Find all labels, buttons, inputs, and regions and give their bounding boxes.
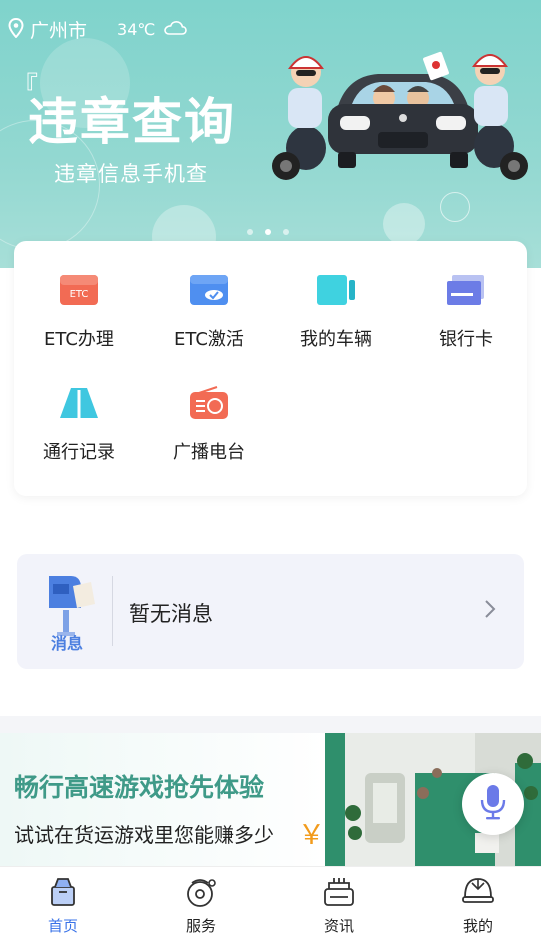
services-card: ETC ETC办理 ETC激活 我的车辆 银行卡 通行记录 广播电台 (14, 241, 527, 496)
svg-text:ETC: ETC (70, 289, 89, 300)
status-bar: 广州市 34℃ (8, 16, 188, 43)
tab-news[interactable]: 资讯 (289, 875, 389, 936)
service-label: 我的车辆 (300, 329, 372, 350)
promo-title: 畅行高速游戏抢先体验 (14, 773, 265, 802)
tab-label: 服务 (185, 917, 216, 935)
vehicle-icon (316, 273, 356, 307)
carousel-dot[interactable] (247, 229, 253, 235)
banner-carousel[interactable]: 广州市 34℃ 『 违章查询 违章信息手机查 (0, 0, 541, 268)
road-icon (59, 386, 99, 420)
carousel-indicator[interactable] (247, 229, 289, 235)
voice-assistant-button[interactable] (462, 773, 524, 835)
profile-icon (461, 875, 495, 909)
radio-icon (189, 386, 229, 420)
tab-profile[interactable]: 我的 (428, 875, 528, 936)
service-etc-apply[interactable]: ETC ETC办理 (14, 273, 144, 351)
service-label: ETC激活 (174, 329, 244, 350)
decor-bubble (440, 192, 470, 222)
police-car-illustration (272, 51, 528, 180)
service-icon (184, 875, 218, 909)
microphone-icon (479, 783, 507, 825)
etc-card-icon: ETC (59, 273, 99, 307)
service-label: 广播电台 (173, 442, 245, 463)
message-text: 暂无消息 (129, 602, 213, 626)
service-my-vehicle[interactable]: 我的车辆 (271, 273, 401, 351)
service-radio[interactable]: 广播电台 (144, 386, 274, 464)
location-pin-icon[interactable] (8, 17, 24, 42)
bottom-tab-bar: 首页 服务 资讯 我的 (0, 866, 541, 938)
message-panel[interactable]: 消息 暂无消息 (17, 554, 524, 669)
chevron-right-icon (484, 598, 496, 624)
mailbox-icon: 消息 (45, 570, 105, 653)
tab-label: 资讯 (323, 917, 354, 935)
section-separator (0, 716, 541, 733)
carousel-dot-active[interactable] (265, 229, 271, 235)
news-icon (322, 875, 356, 909)
bank-card-icon (446, 273, 486, 307)
tab-label: 我的 (462, 917, 493, 935)
game-promo-banner[interactable]: 畅行高速游戏抢先体验 试试在货运游戏里您能赚多少 ￥ (0, 733, 541, 868)
tab-label: 首页 (47, 917, 78, 935)
promo-subtitle: 试试在货运游戏里您能赚多少 (14, 823, 274, 847)
service-label: ETC办理 (44, 329, 114, 350)
decor-bubble (383, 203, 425, 245)
home-icon (46, 875, 80, 909)
cloud-icon (163, 20, 188, 40)
tab-home[interactable]: 首页 (13, 875, 113, 936)
service-label: 通行记录 (43, 442, 115, 463)
tab-service[interactable]: 服务 (151, 875, 251, 936)
service-bank-card[interactable]: 银行卡 (401, 273, 531, 351)
message-badge-text: 消息 (51, 634, 83, 652)
service-toll-records[interactable]: 通行记录 (14, 386, 144, 464)
service-etc-activate[interactable]: ETC激活 (144, 273, 274, 351)
etc-activate-icon (189, 273, 229, 307)
carousel-dot[interactable] (283, 229, 289, 235)
temperature-label: 34℃ (117, 20, 156, 39)
yen-symbol: ￥ (298, 820, 325, 851)
city-label[interactable]: 广州市 (30, 16, 87, 43)
banner-subtitle: 违章信息手机查 (54, 162, 208, 186)
banner-title: 违章查询 (28, 93, 236, 151)
service-label: 银行卡 (439, 329, 493, 350)
divider (112, 576, 113, 646)
